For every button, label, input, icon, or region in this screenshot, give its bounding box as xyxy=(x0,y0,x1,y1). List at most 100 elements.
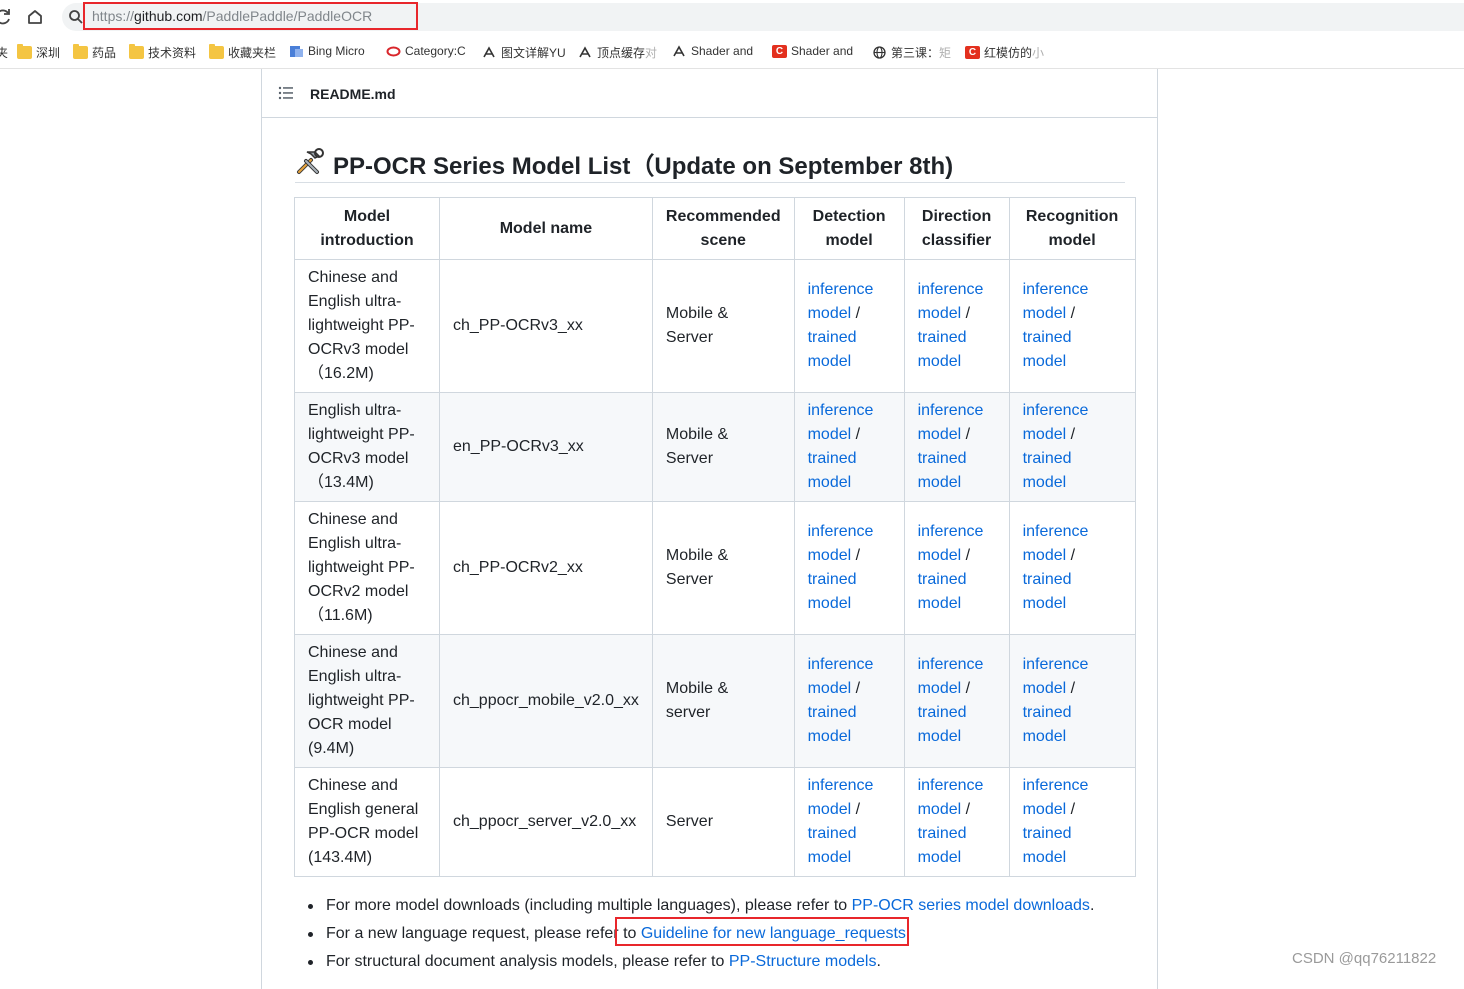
direction-classifier-links: inference model / trained model xyxy=(903,767,1010,877)
inference-model-link[interactable]: inference xyxy=(918,656,984,673)
inference-model-link[interactable]: inference xyxy=(918,281,984,298)
trained-model-link[interactable]: trained xyxy=(1023,571,1072,588)
inference-model-link[interactable]: model xyxy=(808,426,852,443)
recommended-scene-cell: Mobile & Server xyxy=(651,392,795,502)
detection-model-links: inference model / trained model xyxy=(793,767,905,877)
inference-model-link[interactable]: model xyxy=(808,680,852,697)
bookmark-item[interactable]: 夹 xyxy=(0,44,8,61)
trained-model-link[interactable]: model xyxy=(1023,728,1067,745)
trained-model-link[interactable]: model xyxy=(808,595,852,612)
trained-model-link[interactable]: trained xyxy=(918,450,967,467)
header-recognition-model: Recognition model xyxy=(1008,197,1136,260)
header-model-introduction: Model introduction xyxy=(294,197,440,260)
trained-model-link[interactable]: model xyxy=(918,474,962,491)
inference-model-link[interactable]: inference xyxy=(808,281,874,298)
inference-model-link[interactable]: inference xyxy=(808,523,874,540)
inference-model-link[interactable]: model xyxy=(1023,426,1067,443)
detection-model-links: inference model / trained model xyxy=(793,501,905,635)
inference-model-link[interactable]: model xyxy=(918,305,962,322)
inference-model-link[interactable]: model xyxy=(808,801,852,818)
section-heading: PP-OCR Series Model List（Update on Septe… xyxy=(295,142,1125,183)
inference-model-link[interactable]: model xyxy=(1023,305,1067,322)
inference-model-link[interactable]: model xyxy=(918,801,962,818)
trained-model-link[interactable]: model xyxy=(808,728,852,745)
inference-model-link[interactable]: model xyxy=(1023,547,1067,564)
trained-model-link[interactable]: trained xyxy=(918,329,967,346)
trained-model-link[interactable]: trained xyxy=(918,571,967,588)
bookmark-item[interactable]: C 红模仿的小 xyxy=(965,44,1044,61)
bookmark-item[interactable]: Bing Micro xyxy=(289,44,365,58)
inference-model-link[interactable]: model xyxy=(918,426,962,443)
inference-model-link[interactable]: inference xyxy=(808,777,874,794)
list-unordered-icon[interactable] xyxy=(278,86,294,100)
bookmark-item[interactable]: 技术资料 xyxy=(129,44,196,61)
direction-classifier-links: inference model / trained model xyxy=(903,634,1010,768)
detection-model-links: inference model / trained model xyxy=(793,259,905,393)
inference-model-link[interactable]: inference xyxy=(918,777,984,794)
trained-model-link[interactable]: trained xyxy=(808,450,857,467)
trained-model-link[interactable]: model xyxy=(918,849,962,866)
trained-model-link[interactable]: trained xyxy=(1023,825,1072,842)
bookmark-item[interactable]: Category:C xyxy=(386,44,466,58)
table-row: Chinese and English ultra-lightweight PP-… xyxy=(294,259,1136,393)
inference-model-link[interactable]: model xyxy=(918,547,962,564)
inference-model-link[interactable]: inference xyxy=(918,523,984,540)
model-downloads-link[interactable]: PP-OCR series model downloads xyxy=(852,897,1090,914)
inference-model-link[interactable]: inference xyxy=(808,656,874,673)
trained-model-link[interactable]: model xyxy=(1023,849,1067,866)
trained-model-link[interactable]: trained xyxy=(808,704,857,721)
trained-model-link[interactable]: trained xyxy=(808,571,857,588)
bookmark-item[interactable]: Shader and xyxy=(672,44,753,58)
trained-model-link[interactable]: model xyxy=(1023,474,1067,491)
trained-model-link[interactable]: trained xyxy=(918,825,967,842)
table-row: English ultra-lightweight PP- OCRv3 model… xyxy=(294,392,1136,502)
trained-model-link[interactable]: model xyxy=(1023,353,1067,370)
bookmark-item[interactable]: 药品 xyxy=(73,44,116,61)
model-introduction-cell: Chinese and English ultra-lightweight PP-… xyxy=(294,259,440,393)
bookmark-item[interactable]: 第三课：矩 xyxy=(872,44,951,61)
bookmark-item[interactable]: 顶点缓存对 xyxy=(578,44,657,61)
bookmark-item[interactable]: 图文详解YU xyxy=(482,44,566,61)
hammer-and-wrench-icon xyxy=(297,148,324,174)
trained-model-link[interactable]: model xyxy=(808,353,852,370)
trained-model-link[interactable]: trained xyxy=(1023,329,1072,346)
trained-model-link[interactable]: model xyxy=(808,474,852,491)
refresh-icon[interactable] xyxy=(0,8,12,26)
inference-model-link[interactable]: model xyxy=(808,547,852,564)
inference-model-link[interactable]: inference xyxy=(1023,523,1089,540)
inference-model-link[interactable]: model xyxy=(918,680,962,697)
inference-model-link[interactable]: inference xyxy=(1023,656,1089,673)
model-introduction-cell: Chinese and English general PP-OCR model (1… xyxy=(294,767,440,877)
trained-model-link[interactable]: trained xyxy=(1023,450,1072,467)
inference-model-link[interactable]: model xyxy=(1023,680,1067,697)
recommended-scene-cell: Mobile & Server xyxy=(651,501,795,635)
bookmark-item[interactable]: C Shader and xyxy=(772,44,853,58)
inference-model-link[interactable]: model xyxy=(808,305,852,322)
bookmark-item[interactable]: 深圳 xyxy=(17,44,60,61)
inference-model-link[interactable]: inference xyxy=(1023,281,1089,298)
model-introduction-cell: English ultra-lightweight PP- OCRv3 model… xyxy=(294,392,440,502)
trained-model-link[interactable]: model xyxy=(918,595,962,612)
inference-model-link[interactable]: inference xyxy=(808,402,874,419)
home-icon[interactable] xyxy=(26,8,44,26)
inference-model-link[interactable]: inference xyxy=(918,402,984,419)
bookmark-item[interactable]: 收藏夹栏 xyxy=(209,44,276,61)
inference-model-link[interactable]: model xyxy=(1023,801,1067,818)
trained-model-link[interactable]: trained xyxy=(808,329,857,346)
inference-model-link[interactable]: inference xyxy=(1023,402,1089,419)
trained-model-link[interactable]: trained xyxy=(808,825,857,842)
trained-model-link[interactable]: model xyxy=(1023,595,1067,612)
trained-model-link[interactable]: model xyxy=(918,353,962,370)
trained-model-link[interactable]: trained xyxy=(918,704,967,721)
heading-text: PP-OCR Series Model List（Update on Septe… xyxy=(333,153,954,180)
folder-icon xyxy=(209,44,224,59)
inference-model-link[interactable]: inference xyxy=(1023,777,1089,794)
trained-model-link[interactable]: model xyxy=(808,849,852,866)
guideline-highlight-box xyxy=(615,917,909,946)
recommended-scene-cell: Mobile & server xyxy=(651,634,795,768)
folder-icon xyxy=(17,44,32,59)
trained-model-link[interactable]: model xyxy=(918,728,962,745)
trained-model-link[interactable]: trained xyxy=(1023,704,1072,721)
model-name-cell: ch_PP-OCRv3_xx xyxy=(439,259,653,393)
pp-structure-models-link[interactable]: PP-Structure models xyxy=(729,953,877,970)
